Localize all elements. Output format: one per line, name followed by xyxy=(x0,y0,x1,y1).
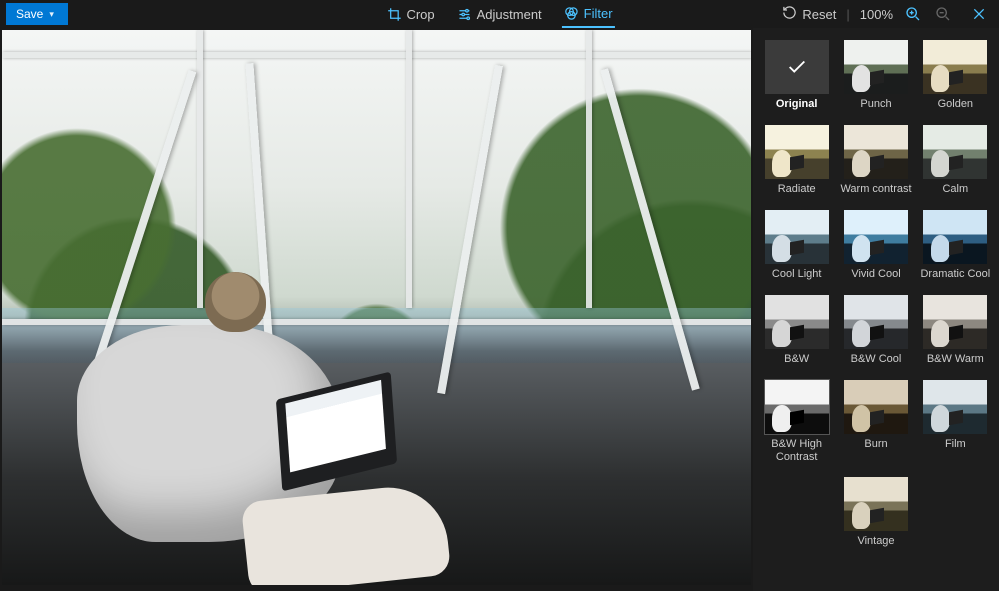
filter-bw-warm[interactable]: B&W Warm xyxy=(920,295,991,366)
tab-crop[interactable]: Crop xyxy=(384,0,436,28)
image-canvas[interactable] xyxy=(0,28,753,591)
filter-panel[interactable]: Original Punch Golden Radiate Warm contrast C… xyxy=(753,28,999,591)
filter-thumb-punch xyxy=(844,40,908,94)
tab-crop-label: Crop xyxy=(406,7,434,22)
filter-thumb-calm xyxy=(923,125,987,179)
filter-thumb-vivid-cool xyxy=(844,210,908,264)
filter-label-bw-cool: B&W Cool xyxy=(851,353,902,366)
filter-vintage[interactable]: Vintage xyxy=(840,477,911,548)
filter-bw-high-contrast[interactable]: B&W High Contrast xyxy=(761,380,832,463)
filter-label-warm-contrast: Warm contrast xyxy=(840,183,911,196)
filter-grid: Original Punch Golden Radiate Warm contrast C… xyxy=(761,40,991,548)
filter-icon xyxy=(564,6,579,21)
zoom-out-button[interactable] xyxy=(933,4,953,24)
filter-thumb-bw-warm xyxy=(923,295,987,349)
filter-original[interactable]: Original xyxy=(761,40,832,111)
filter-thumb-golden xyxy=(923,40,987,94)
filter-dramatic-cool[interactable]: Dramatic Cool xyxy=(920,210,991,281)
tab-adjustment[interactable]: Adjustment xyxy=(455,0,544,28)
save-button[interactable]: Save ▾ xyxy=(6,3,68,25)
filter-thumb-dramatic-cool xyxy=(923,210,987,264)
filter-label-calm: Calm xyxy=(942,183,968,196)
filter-warm-contrast[interactable]: Warm contrast xyxy=(840,125,911,196)
filter-thumb-warm-contrast xyxy=(844,125,908,179)
filter-label-radiate: Radiate xyxy=(778,183,816,196)
filter-thumb-bw xyxy=(765,295,829,349)
filter-thumb-radiate xyxy=(765,125,829,179)
editor-tabs: Crop Adjustment Filter xyxy=(384,0,614,28)
edited-photo xyxy=(2,30,751,585)
filter-label-bw: B&W xyxy=(784,353,809,366)
filter-label-dramatic-cool: Dramatic Cool xyxy=(920,268,990,281)
reset-button[interactable]: Reset xyxy=(782,5,836,23)
filter-punch[interactable]: Punch xyxy=(840,40,911,111)
filter-thumb-cool-light xyxy=(765,210,829,264)
reset-label: Reset xyxy=(802,7,836,22)
filter-cool-light[interactable]: Cool Light xyxy=(761,210,832,281)
filter-burn[interactable]: Burn xyxy=(840,380,911,463)
filter-film[interactable]: Film xyxy=(920,380,991,463)
main-area: Original Punch Golden Radiate Warm contrast C… xyxy=(0,28,999,591)
filter-calm[interactable]: Calm xyxy=(920,125,991,196)
filter-label-vintage: Vintage xyxy=(857,535,894,548)
filter-thumb-bw-cool xyxy=(844,295,908,349)
zoom-in-button[interactable] xyxy=(903,4,923,24)
filter-label-vivid-cool: Vivid Cool xyxy=(851,268,900,281)
divider: | xyxy=(846,7,849,22)
tab-adjustment-label: Adjustment xyxy=(477,7,542,22)
filter-label-film: Film xyxy=(945,438,966,451)
filter-label-bw-high-contrast: B&W High Contrast xyxy=(761,438,832,463)
close-button[interactable] xyxy=(969,4,989,24)
crop-icon xyxy=(386,7,401,22)
zoom-level: 100% xyxy=(860,7,893,22)
filter-thumb-film xyxy=(923,380,987,434)
filter-vivid-cool[interactable]: Vivid Cool xyxy=(840,210,911,281)
toolbar-right: Reset | 100% xyxy=(782,4,993,24)
filter-label-cool-light: Cool Light xyxy=(772,268,822,281)
filter-thumb-original xyxy=(765,40,829,94)
adjustment-icon xyxy=(457,7,472,22)
filter-radiate[interactable]: Radiate xyxy=(761,125,832,196)
top-toolbar: Save ▾ Crop Adjustment Filter R xyxy=(0,0,999,28)
filter-bw[interactable]: B&W xyxy=(761,295,832,366)
filter-label-punch: Punch xyxy=(860,98,891,111)
filter-bw-cool[interactable]: B&W Cool xyxy=(840,295,911,366)
filter-thumb-vintage xyxy=(844,477,908,531)
filter-label-original: Original xyxy=(776,98,818,111)
save-label: Save xyxy=(16,7,43,21)
filter-thumb-burn xyxy=(844,380,908,434)
filter-label-bw-warm: B&W Warm xyxy=(927,353,984,366)
filter-golden[interactable]: Golden xyxy=(920,40,991,111)
chevron-down-icon: ▾ xyxy=(49,9,54,20)
filter-thumb-bw-high-contrast xyxy=(765,380,829,434)
tab-filter-label: Filter xyxy=(584,6,613,21)
filter-label-burn: Burn xyxy=(864,438,887,451)
reset-icon xyxy=(782,5,797,23)
filter-label-golden: Golden xyxy=(938,98,973,111)
tab-filter[interactable]: Filter xyxy=(562,0,615,28)
